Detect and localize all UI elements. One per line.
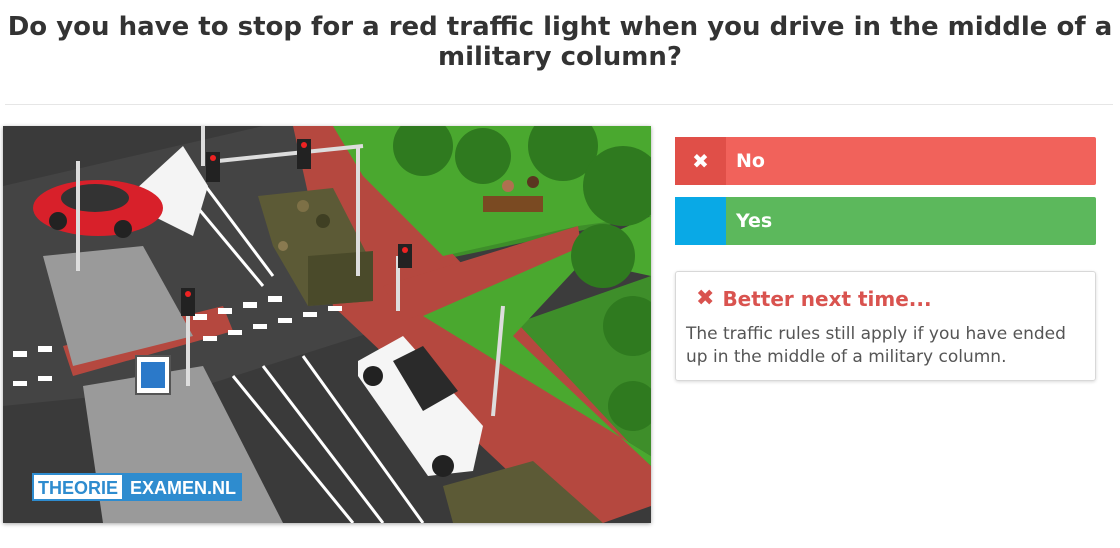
feedback-header: ✖ Better next time... bbox=[686, 286, 1085, 311]
logo-part-2: EXAMEN.NL bbox=[124, 473, 243, 501]
logo-part-1: THEORIE bbox=[32, 473, 125, 501]
x-icon: ✖ bbox=[696, 286, 715, 311]
feedback-text: The traffic rules still apply if you hav… bbox=[686, 324, 1066, 367]
correct-marker bbox=[675, 197, 726, 245]
feedback-panel: ✖ Better next time... The traffic rules … bbox=[675, 271, 1096, 381]
answer-label: No bbox=[736, 150, 765, 172]
question-image bbox=[3, 126, 651, 523]
answer-label: Yes bbox=[736, 210, 773, 232]
x-icon: ✖ bbox=[675, 137, 726, 185]
answer-yes-button[interactable]: Yes bbox=[675, 197, 1096, 245]
question-title: Do you have to stop for a red traffic li… bbox=[7, 12, 1113, 72]
feedback-title: Better next time... bbox=[722, 286, 932, 311]
divider bbox=[5, 104, 1113, 105]
theorieexamen-logo: THEORIE EXAMEN.NL bbox=[32, 473, 243, 501]
answer-no-button[interactable]: ✖ No bbox=[675, 137, 1096, 185]
